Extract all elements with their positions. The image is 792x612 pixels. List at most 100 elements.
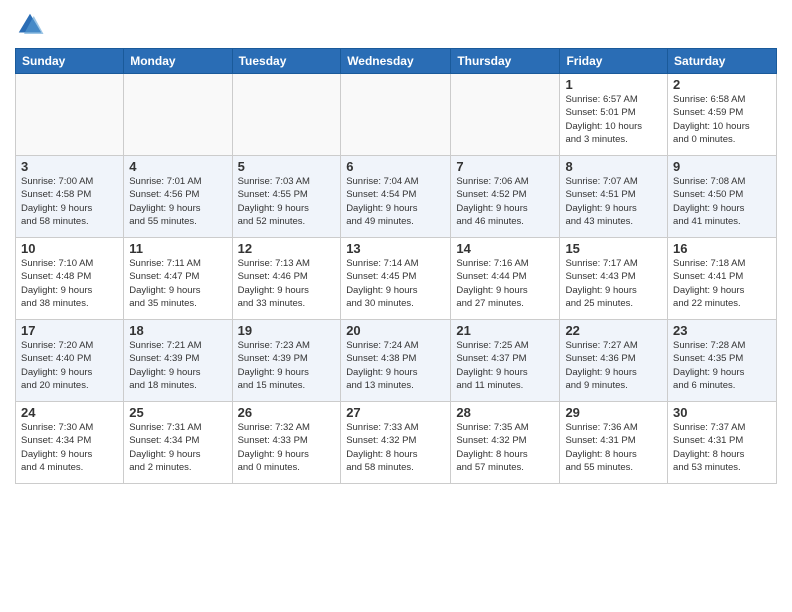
- day-info: Sunrise: 7:18 AM Sunset: 4:41 PM Dayligh…: [673, 257, 771, 310]
- calendar-cell: 23Sunrise: 7:28 AM Sunset: 4:35 PM Dayli…: [668, 320, 777, 402]
- calendar-cell: 4Sunrise: 7:01 AM Sunset: 4:56 PM Daylig…: [124, 156, 232, 238]
- day-info: Sunrise: 7:32 AM Sunset: 4:33 PM Dayligh…: [238, 421, 336, 474]
- day-number: 5: [238, 159, 336, 174]
- page: SundayMondayTuesdayWednesdayThursdayFrid…: [0, 0, 792, 612]
- day-info: Sunrise: 7:08 AM Sunset: 4:50 PM Dayligh…: [673, 175, 771, 228]
- day-info: Sunrise: 7:20 AM Sunset: 4:40 PM Dayligh…: [21, 339, 118, 392]
- day-number: 19: [238, 323, 336, 338]
- week-row-2: 10Sunrise: 7:10 AM Sunset: 4:48 PM Dayli…: [16, 238, 777, 320]
- day-info: Sunrise: 7:23 AM Sunset: 4:39 PM Dayligh…: [238, 339, 336, 392]
- calendar-cell: 10Sunrise: 7:10 AM Sunset: 4:48 PM Dayli…: [16, 238, 124, 320]
- day-number: 20: [346, 323, 445, 338]
- calendar-cell: 21Sunrise: 7:25 AM Sunset: 4:37 PM Dayli…: [451, 320, 560, 402]
- weekday-header-thursday: Thursday: [451, 49, 560, 74]
- day-number: 11: [129, 241, 226, 256]
- day-number: 1: [565, 77, 662, 92]
- day-info: Sunrise: 7:01 AM Sunset: 4:56 PM Dayligh…: [129, 175, 226, 228]
- calendar-cell: 9Sunrise: 7:08 AM Sunset: 4:50 PM Daylig…: [668, 156, 777, 238]
- calendar-cell: 1Sunrise: 6:57 AM Sunset: 5:01 PM Daylig…: [560, 74, 668, 156]
- calendar-cell: 19Sunrise: 7:23 AM Sunset: 4:39 PM Dayli…: [232, 320, 341, 402]
- day-number: 6: [346, 159, 445, 174]
- weekday-header-row: SundayMondayTuesdayWednesdayThursdayFrid…: [16, 49, 777, 74]
- day-number: 17: [21, 323, 118, 338]
- day-info: Sunrise: 7:30 AM Sunset: 4:34 PM Dayligh…: [21, 421, 118, 474]
- header: [15, 10, 777, 40]
- calendar-cell: [451, 74, 560, 156]
- calendar-cell: 24Sunrise: 7:30 AM Sunset: 4:34 PM Dayli…: [16, 402, 124, 484]
- day-info: Sunrise: 7:14 AM Sunset: 4:45 PM Dayligh…: [346, 257, 445, 310]
- day-number: 8: [565, 159, 662, 174]
- calendar: SundayMondayTuesdayWednesdayThursdayFrid…: [15, 48, 777, 484]
- calendar-cell: 20Sunrise: 7:24 AM Sunset: 4:38 PM Dayli…: [341, 320, 451, 402]
- calendar-cell: [16, 74, 124, 156]
- week-row-0: 1Sunrise: 6:57 AM Sunset: 5:01 PM Daylig…: [16, 74, 777, 156]
- weekday-header-saturday: Saturday: [668, 49, 777, 74]
- calendar-cell: 2Sunrise: 6:58 AM Sunset: 4:59 PM Daylig…: [668, 74, 777, 156]
- day-info: Sunrise: 7:36 AM Sunset: 4:31 PM Dayligh…: [565, 421, 662, 474]
- calendar-cell: 3Sunrise: 7:00 AM Sunset: 4:58 PM Daylig…: [16, 156, 124, 238]
- day-info: Sunrise: 7:27 AM Sunset: 4:36 PM Dayligh…: [565, 339, 662, 392]
- weekday-header-friday: Friday: [560, 49, 668, 74]
- calendar-cell: 18Sunrise: 7:21 AM Sunset: 4:39 PM Dayli…: [124, 320, 232, 402]
- day-number: 18: [129, 323, 226, 338]
- day-number: 14: [456, 241, 554, 256]
- day-info: Sunrise: 7:16 AM Sunset: 4:44 PM Dayligh…: [456, 257, 554, 310]
- day-info: Sunrise: 7:35 AM Sunset: 4:32 PM Dayligh…: [456, 421, 554, 474]
- calendar-cell: 17Sunrise: 7:20 AM Sunset: 4:40 PM Dayli…: [16, 320, 124, 402]
- day-info: Sunrise: 7:07 AM Sunset: 4:51 PM Dayligh…: [565, 175, 662, 228]
- calendar-cell: 30Sunrise: 7:37 AM Sunset: 4:31 PM Dayli…: [668, 402, 777, 484]
- calendar-cell: 29Sunrise: 7:36 AM Sunset: 4:31 PM Dayli…: [560, 402, 668, 484]
- calendar-cell: [124, 74, 232, 156]
- week-row-3: 17Sunrise: 7:20 AM Sunset: 4:40 PM Dayli…: [16, 320, 777, 402]
- day-info: Sunrise: 7:11 AM Sunset: 4:47 PM Dayligh…: [129, 257, 226, 310]
- day-number: 12: [238, 241, 336, 256]
- day-number: 28: [456, 405, 554, 420]
- calendar-cell: 6Sunrise: 7:04 AM Sunset: 4:54 PM Daylig…: [341, 156, 451, 238]
- day-number: 2: [673, 77, 771, 92]
- calendar-cell: 7Sunrise: 7:06 AM Sunset: 4:52 PM Daylig…: [451, 156, 560, 238]
- day-info: Sunrise: 7:24 AM Sunset: 4:38 PM Dayligh…: [346, 339, 445, 392]
- day-number: 26: [238, 405, 336, 420]
- week-row-1: 3Sunrise: 7:00 AM Sunset: 4:58 PM Daylig…: [16, 156, 777, 238]
- day-info: Sunrise: 7:37 AM Sunset: 4:31 PM Dayligh…: [673, 421, 771, 474]
- day-info: Sunrise: 7:10 AM Sunset: 4:48 PM Dayligh…: [21, 257, 118, 310]
- day-number: 4: [129, 159, 226, 174]
- day-number: 9: [673, 159, 771, 174]
- calendar-cell: [341, 74, 451, 156]
- day-number: 13: [346, 241, 445, 256]
- day-number: 3: [21, 159, 118, 174]
- day-info: Sunrise: 7:25 AM Sunset: 4:37 PM Dayligh…: [456, 339, 554, 392]
- logo: [15, 10, 49, 40]
- day-info: Sunrise: 7:13 AM Sunset: 4:46 PM Dayligh…: [238, 257, 336, 310]
- day-info: Sunrise: 7:21 AM Sunset: 4:39 PM Dayligh…: [129, 339, 226, 392]
- calendar-cell: 22Sunrise: 7:27 AM Sunset: 4:36 PM Dayli…: [560, 320, 668, 402]
- day-info: Sunrise: 7:04 AM Sunset: 4:54 PM Dayligh…: [346, 175, 445, 228]
- calendar-cell: 13Sunrise: 7:14 AM Sunset: 4:45 PM Dayli…: [341, 238, 451, 320]
- day-info: Sunrise: 7:00 AM Sunset: 4:58 PM Dayligh…: [21, 175, 118, 228]
- day-number: 27: [346, 405, 445, 420]
- calendar-cell: 16Sunrise: 7:18 AM Sunset: 4:41 PM Dayli…: [668, 238, 777, 320]
- weekday-header-sunday: Sunday: [16, 49, 124, 74]
- day-number: 29: [565, 405, 662, 420]
- day-info: Sunrise: 7:28 AM Sunset: 4:35 PM Dayligh…: [673, 339, 771, 392]
- calendar-cell: 26Sunrise: 7:32 AM Sunset: 4:33 PM Dayli…: [232, 402, 341, 484]
- week-row-4: 24Sunrise: 7:30 AM Sunset: 4:34 PM Dayli…: [16, 402, 777, 484]
- day-number: 24: [21, 405, 118, 420]
- day-info: Sunrise: 7:06 AM Sunset: 4:52 PM Dayligh…: [456, 175, 554, 228]
- calendar-cell: 8Sunrise: 7:07 AM Sunset: 4:51 PM Daylig…: [560, 156, 668, 238]
- day-info: Sunrise: 6:57 AM Sunset: 5:01 PM Dayligh…: [565, 93, 662, 146]
- weekday-header-wednesday: Wednesday: [341, 49, 451, 74]
- calendar-cell: 12Sunrise: 7:13 AM Sunset: 4:46 PM Dayli…: [232, 238, 341, 320]
- day-number: 25: [129, 405, 226, 420]
- day-info: Sunrise: 6:58 AM Sunset: 4:59 PM Dayligh…: [673, 93, 771, 146]
- day-number: 7: [456, 159, 554, 174]
- day-number: 30: [673, 405, 771, 420]
- calendar-cell: 27Sunrise: 7:33 AM Sunset: 4:32 PM Dayli…: [341, 402, 451, 484]
- day-number: 21: [456, 323, 554, 338]
- day-info: Sunrise: 7:31 AM Sunset: 4:34 PM Dayligh…: [129, 421, 226, 474]
- day-number: 15: [565, 241, 662, 256]
- weekday-header-tuesday: Tuesday: [232, 49, 341, 74]
- day-number: 23: [673, 323, 771, 338]
- calendar-cell: 14Sunrise: 7:16 AM Sunset: 4:44 PM Dayli…: [451, 238, 560, 320]
- day-info: Sunrise: 7:17 AM Sunset: 4:43 PM Dayligh…: [565, 257, 662, 310]
